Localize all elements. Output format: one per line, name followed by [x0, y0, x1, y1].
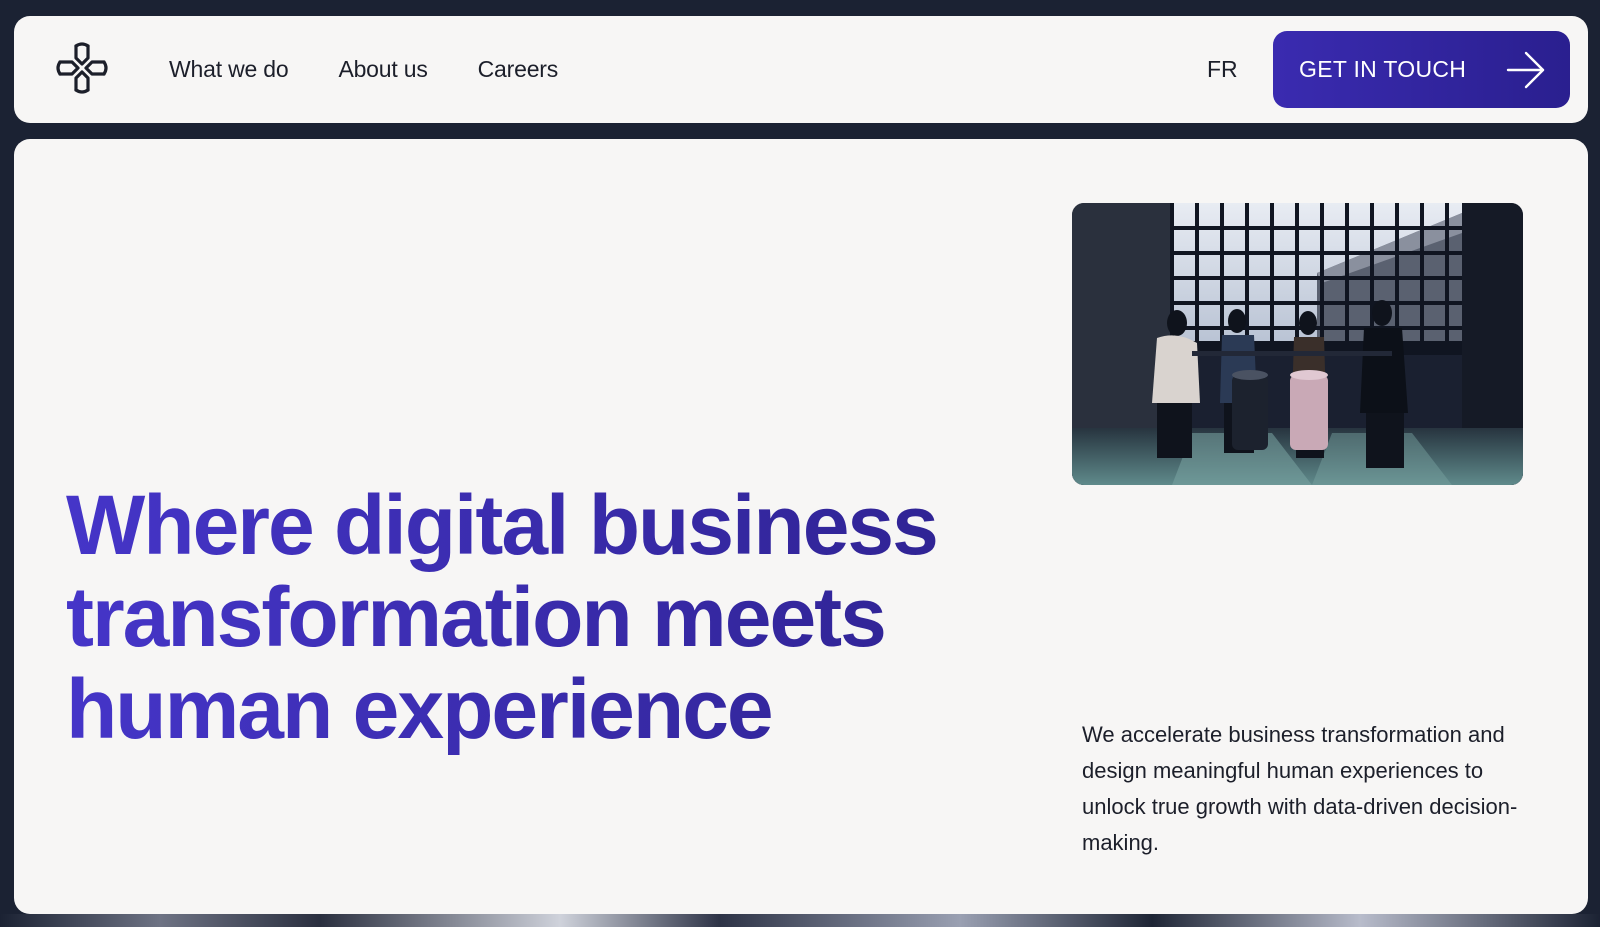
get-in-touch-label: GET IN TOUCH	[1299, 56, 1467, 82]
get-in-touch-button[interactable]: GET IN TOUCH	[1273, 31, 1570, 108]
team-meeting-photo	[1072, 203, 1523, 485]
language-switch-fr[interactable]: FR	[1207, 56, 1238, 83]
main-navigation: What we do About us Careers	[169, 16, 608, 123]
next-section-image-preview	[0, 914, 1600, 927]
top-navigation-bar: What we do About us Careers FR GET IN TO…	[14, 16, 1588, 123]
hero-description: We accelerate business transformation an…	[1082, 722, 1518, 855]
nav-what-we-do[interactable]: What we do	[169, 56, 289, 83]
asterisk-logo-icon[interactable]	[56, 42, 108, 94]
arrow-right-icon	[1506, 51, 1545, 89]
hero-section: Where digital business transformation me…	[14, 139, 1588, 914]
nav-careers[interactable]: Careers	[478, 56, 559, 83]
hero-headline: Where digital business transformation me…	[66, 479, 1016, 755]
nav-about-us[interactable]: About us	[338, 56, 427, 83]
